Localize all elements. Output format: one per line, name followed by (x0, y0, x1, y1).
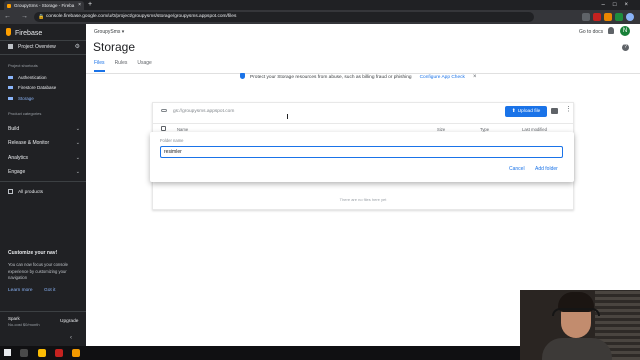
bucket-path[interactable]: gs://groupysms.appspot.com (161, 109, 234, 114)
address-bar: ← → C 🔒 console.firebase.google.com/u/0/… (0, 10, 640, 24)
folder-name-input[interactable] (160, 146, 563, 158)
users-icon (8, 76, 13, 79)
column-name[interactable]: Name (177, 127, 188, 132)
new-tab-button[interactable]: + (88, 1, 92, 9)
extension-icon[interactable] (593, 13, 601, 21)
home-icon (8, 44, 13, 49)
avatar[interactable]: N (620, 26, 630, 36)
upload-file-button[interactable]: ⬆ Upload file (505, 106, 547, 117)
cancel-button[interactable]: Cancel (509, 166, 525, 172)
chevron-down-icon: ⌄ (75, 140, 80, 146)
new-folder-dialog: Folder name Cancel Add folder (150, 132, 574, 182)
divider (0, 311, 86, 312)
project-overview-link[interactable]: Project Overview ⚙ (8, 44, 82, 50)
tab-title: GroupySms - Storage - Fireba (14, 3, 75, 8)
banner-text: Protect your Storage resources from abus… (250, 75, 412, 80)
start-menu-icon[interactable] (4, 349, 11, 356)
tab-rules[interactable]: Rules (115, 60, 128, 72)
chevron-down-icon: ⌄ (75, 126, 80, 132)
sidebar-item-storage[interactable]: Storage (8, 96, 34, 101)
all-products-link[interactable]: All products (8, 189, 43, 195)
sidebar-section-analytics[interactable]: Analytics ⌄ (8, 155, 80, 161)
column-last-modified[interactable]: Last modified (522, 127, 547, 132)
divider (0, 181, 86, 182)
column-type[interactable]: Type (480, 127, 489, 132)
sidebar: Firebase Project Overview ⚙ Project shor… (0, 24, 86, 346)
app-icon[interactable] (55, 349, 63, 357)
grid-icon (8, 189, 13, 194)
help-icon[interactable]: ? (622, 44, 629, 51)
text-cursor-icon (287, 114, 289, 119)
more-options-icon[interactable]: ⋮ (565, 106, 572, 114)
window-controls[interactable]: –□× (602, 0, 636, 10)
notifications-bell-icon[interactable] (608, 27, 614, 34)
lock-icon: 🔒 (38, 14, 45, 20)
firebase-logo[interactable]: Firebase (6, 28, 42, 37)
configure-app-check-link[interactable]: Configure App Check (420, 75, 465, 80)
browser-tabbar: GroupySms - Storage - Fireba × + –□× (0, 0, 640, 10)
got-it-button[interactable]: Got it (44, 288, 55, 293)
divider (0, 54, 86, 55)
chevron-down-icon: ⌄ (75, 169, 80, 175)
add-folder-button[interactable]: Add folder (535, 166, 558, 172)
app-icon[interactable] (20, 349, 28, 357)
storage-icon (8, 97, 13, 100)
sidebar-item-authentication[interactable]: Authentication (8, 75, 47, 80)
firebase-favicon-icon (7, 3, 11, 8)
select-all-checkbox[interactable] (161, 126, 166, 131)
app-icon[interactable] (72, 349, 80, 357)
extensions-bar (582, 13, 634, 21)
column-size[interactable]: Size (437, 127, 445, 132)
url-text: console.firebase.google.com/u/0/project/… (46, 14, 237, 19)
sidebar-section-release[interactable]: Release & Monitor ⌄ (8, 140, 80, 146)
folder-name-label: Folder name (160, 138, 184, 143)
headphones-icon (552, 308, 600, 316)
sidebar-section-engage[interactable]: Engage ⌄ (8, 169, 80, 175)
gear-icon[interactable]: ⚙ (75, 43, 80, 50)
customize-nav-card: Customize your nav! You can now focus yo… (4, 246, 82, 326)
page-header: GroupySms ▾ Storage Files Rules Usage Go… (86, 24, 640, 74)
tab-bar: Files Rules Usage (94, 60, 152, 72)
create-folder-icon[interactable] (551, 108, 558, 114)
categories-caption: Product categories (8, 111, 42, 116)
learn-more-link[interactable]: Learn more (8, 288, 33, 293)
project-selector[interactable]: GroupySms ▾ (94, 29, 124, 35)
person-body (542, 338, 612, 360)
chrome-icon[interactable] (38, 349, 46, 357)
shortcuts-caption: Project shortcuts (8, 63, 38, 68)
profile-icon[interactable] (626, 13, 634, 21)
link-icon (161, 109, 167, 112)
chevron-down-icon: ⌄ (75, 155, 80, 161)
empty-state-text: There are no files here yet (339, 197, 387, 202)
customize-title: Customize your nav! (8, 250, 58, 256)
firebase-flame-icon (6, 28, 11, 36)
upload-icon: ⬆ (511, 109, 516, 114)
tab-close-icon[interactable]: × (78, 1, 81, 10)
browser-tab[interactable]: GroupySms - Storage - Fireba × (4, 1, 84, 10)
sidebar-section-build[interactable]: Build ⌄ (8, 126, 80, 132)
upgrade-button[interactable]: Upgrade (60, 319, 78, 324)
tab-usage[interactable]: Usage (137, 60, 151, 72)
close-icon[interactable]: × (473, 74, 477, 80)
webcam-overlay (520, 290, 640, 360)
plan-price: No-cost $0/month (8, 322, 40, 327)
page-title: Storage (93, 40, 136, 54)
url-input[interactable]: 🔒 console.firebase.google.com/u/0/projec… (34, 12, 534, 22)
plan-info: Spark No-cost $0/month (8, 316, 40, 328)
extension-icon[interactable] (615, 13, 623, 21)
star-icon[interactable] (582, 13, 590, 21)
tab-files[interactable]: Files (94, 60, 105, 72)
go-to-docs-link[interactable]: Go to docs (579, 29, 603, 35)
app-check-banner: Protect your Storage resources from abus… (240, 73, 476, 80)
database-icon (8, 86, 13, 89)
extension-icon[interactable] (604, 13, 612, 21)
shield-icon (240, 73, 245, 79)
customize-body: You can now focus your console experienc… (8, 262, 68, 280)
os-taskbar (0, 346, 520, 360)
collapse-sidebar-icon[interactable]: ‹ (70, 335, 72, 341)
divider (0, 40, 86, 41)
sidebar-item-firestore[interactable]: Firestore Database (8, 85, 56, 90)
